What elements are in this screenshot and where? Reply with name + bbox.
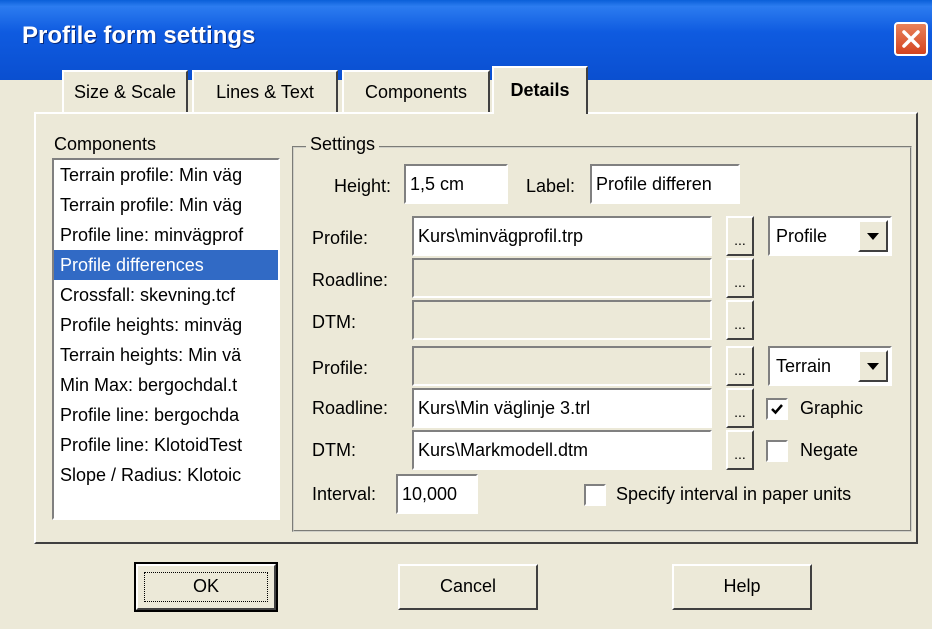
list-item[interactable]: Profile line: KlotoidTest bbox=[54, 430, 278, 460]
tab-label: Size & Scale bbox=[73, 82, 177, 102]
select-value: Profile bbox=[776, 226, 828, 246]
tab-label: Details bbox=[510, 80, 570, 100]
tab-label: Lines & Text bbox=[216, 82, 314, 102]
list-item[interactable]: Terrain profile: Min väg bbox=[54, 190, 278, 220]
help-button-label: Help bbox=[723, 576, 761, 596]
settings-group-label: Settings bbox=[306, 134, 380, 155]
negate-label: Negate bbox=[800, 440, 859, 460]
browse-button[interactable]: ... bbox=[726, 388, 754, 428]
list-item[interactable]: Min Max: bergochdal.t bbox=[54, 370, 278, 400]
list-item[interactable]: Crossfall: skevning.tcf bbox=[54, 280, 278, 310]
list-item[interactable]: Terrain profile: Min väg bbox=[54, 160, 278, 190]
terrain-type-select[interactable]: Terrain bbox=[768, 346, 892, 386]
label-field[interactable]: Profile differen bbox=[590, 164, 740, 204]
browse-button[interactable]: ... bbox=[726, 258, 754, 298]
chevron-down-icon bbox=[867, 233, 879, 240]
negate-checkbox[interactable] bbox=[766, 440, 788, 462]
height-label: Height: bbox=[334, 176, 392, 196]
dtm-field[interactable] bbox=[412, 300, 712, 340]
close-icon bbox=[902, 30, 920, 48]
browse-button[interactable]: ... bbox=[726, 346, 754, 386]
profile-field[interactable] bbox=[412, 346, 712, 386]
dtm-label: DTM: bbox=[312, 312, 356, 332]
profile-type-select[interactable]: Profile bbox=[768, 216, 892, 256]
profile-label: Profile: bbox=[312, 358, 369, 378]
graphic-checkbox[interactable] bbox=[766, 398, 788, 420]
checkmark-icon bbox=[771, 404, 783, 415]
tab-label: Components bbox=[364, 82, 468, 102]
help-button[interactable]: Help bbox=[672, 564, 812, 610]
cancel-button[interactable]: Cancel bbox=[398, 564, 538, 610]
tab-details[interactable]: Details bbox=[492, 66, 588, 114]
tab-size-scale[interactable]: Size & Scale bbox=[62, 70, 188, 112]
dialog-window: Profile form settings Size & Scale Lines… bbox=[0, 0, 932, 629]
components-label: Components bbox=[54, 134, 157, 154]
close-button[interactable] bbox=[894, 22, 928, 56]
list-item[interactable]: Profile heights: minväg bbox=[54, 310, 278, 340]
profile-field[interactable]: Kurs\minvägprofil.trp bbox=[412, 216, 712, 256]
list-item[interactable]: Profile differences bbox=[54, 250, 278, 280]
list-item[interactable]: Profile line: bergochda bbox=[54, 400, 278, 430]
dropdown-button[interactable] bbox=[858, 220, 888, 252]
dtm-field[interactable]: Kurs\Markmodell.dtm bbox=[412, 430, 712, 470]
paper-units-label: Specify interval in paper units bbox=[616, 484, 852, 504]
label-label: Label: bbox=[526, 176, 576, 196]
tab-components[interactable]: Components bbox=[342, 70, 490, 112]
roadline-label: Roadline: bbox=[312, 398, 389, 418]
components-list[interactable]: Terrain profile: Min väg Terrain profile… bbox=[52, 158, 280, 520]
focus-ring bbox=[144, 572, 268, 602]
profile-label: Profile: bbox=[312, 228, 369, 248]
select-value: Terrain bbox=[776, 356, 832, 376]
list-item[interactable]: Slope / Radius: Klotoic bbox=[54, 460, 278, 490]
window-title: Profile form settings bbox=[22, 22, 256, 49]
tab-lines-text[interactable]: Lines & Text bbox=[192, 70, 338, 112]
graphic-label: Graphic bbox=[800, 398, 864, 418]
browse-button[interactable]: ... bbox=[726, 430, 754, 470]
list-item[interactable]: Terrain heights: Min vä bbox=[54, 340, 278, 370]
ok-button[interactable]: OK bbox=[134, 562, 278, 612]
browse-button[interactable]: ... bbox=[726, 216, 754, 256]
interval-label: Interval: bbox=[312, 484, 377, 504]
roadline-field[interactable]: Kurs\Min väglinje 3.trl bbox=[412, 388, 712, 428]
browse-button[interactable]: ... bbox=[726, 300, 754, 340]
title-bar[interactable]: Profile form settings bbox=[0, 0, 932, 80]
chevron-down-icon bbox=[867, 363, 879, 370]
interval-field[interactable]: 10,000 bbox=[396, 474, 478, 514]
dtm-label: DTM: bbox=[312, 440, 356, 460]
paper-units-checkbox[interactable] bbox=[584, 484, 606, 506]
cancel-button-label: Cancel bbox=[439, 576, 497, 596]
roadline-field[interactable] bbox=[412, 258, 712, 298]
list-item[interactable]: Profile line: minvägprof bbox=[54, 220, 278, 250]
roadline-label: Roadline: bbox=[312, 270, 389, 290]
dropdown-button[interactable] bbox=[858, 350, 888, 382]
height-field[interactable]: 1,5 cm bbox=[404, 164, 508, 204]
